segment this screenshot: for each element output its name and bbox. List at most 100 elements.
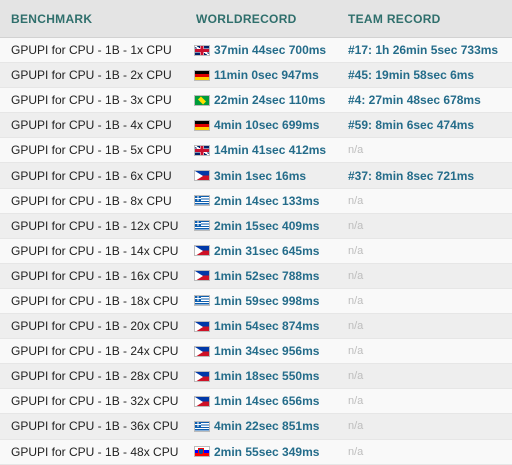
benchmark-name[interactable]: GPUPI for CPU - 1B - 32x CPU — [0, 394, 194, 408]
worldrecord-time-link[interactable]: 37min 44sec 700ms — [214, 43, 326, 57]
table-row: GPUPI for CPU - 1B - 16x CPU 1min 52sec 7… — [0, 263, 512, 289]
worldrecord-cell: 1min 59sec 998ms — [194, 294, 348, 308]
worldrecord-time-link[interactable]: 22min 24sec 110ms — [214, 93, 325, 107]
table-header: BENCHMARK WORLDRECORD TEAM RECORD — [0, 0, 512, 38]
team-record-link[interactable]: #45: 19min 58sec 6ms — [348, 68, 474, 82]
table-row: GPUPI for CPU - 1B - 6x CPU 3min 1sec 16m… — [0, 163, 512, 189]
worldrecord-time-link[interactable]: 3min 1sec 16ms — [214, 169, 306, 183]
benchmark-name[interactable]: GPUPI for CPU - 1B - 2x CPU — [0, 68, 194, 82]
worldrecord-cell: 22min 24sec 110ms — [194, 93, 348, 107]
worldrecord-time-link[interactable]: 2min 14sec 133ms — [214, 194, 319, 208]
worldrecord-time-link[interactable]: 14min 41sec 412ms — [214, 143, 326, 157]
team-record-na: n/a — [348, 244, 364, 257]
table-row: GPUPI for CPU - 1B - 3x CPU 22min 24sec 1… — [0, 88, 512, 114]
worldrecord-cell: 1min 14sec 656ms — [194, 394, 348, 408]
worldrecord-cell: 3min 1sec 16ms — [194, 169, 348, 183]
table-row: GPUPI for CPU - 1B - 28x CPU 1min 18sec 5… — [0, 364, 512, 390]
worldrecord-time-link[interactable]: 2min 55sec 349ms — [214, 445, 319, 459]
team-record-link[interactable]: #59: 8min 6sec 474ms — [348, 118, 474, 132]
table-row: GPUPI for CPU - 1B - 1x CPU 37min 44sec 7… — [0, 38, 512, 64]
ph-flag-icon — [194, 395, 210, 407]
benchmark-name[interactable]: GPUPI for CPU - 1B - 16x CPU — [0, 269, 194, 283]
team-record-na: n/a — [348, 445, 364, 458]
ph-flag-icon — [194, 320, 210, 332]
gb-flag-icon — [194, 144, 210, 156]
br-flag-icon — [194, 94, 210, 106]
benchmark-name[interactable]: GPUPI for CPU - 1B - 1x CPU — [0, 43, 194, 57]
worldrecord-time-link[interactable]: 4min 22sec 851ms — [214, 419, 319, 433]
team-record-na: n/a — [348, 395, 364, 408]
column-header-benchmark: BENCHMARK — [11, 11, 93, 26]
benchmark-name[interactable]: GPUPI for CPU - 1B - 28x CPU — [0, 369, 194, 383]
worldrecord-time-link[interactable]: 4min 10sec 699ms — [214, 118, 319, 132]
table-row: GPUPI for CPU - 1B - 8x CPU 2min 14sec 13… — [0, 188, 512, 214]
benchmark-name[interactable]: GPUPI for CPU - 1B - 48x CPU — [0, 445, 194, 459]
benchmark-name[interactable]: GPUPI for CPU - 1B - 20x CPU — [0, 319, 194, 333]
worldrecord-time-link[interactable]: 1min 52sec 788ms — [214, 269, 319, 283]
benchmark-name[interactable]: GPUPI for CPU - 1B - 8x CPU — [0, 194, 194, 208]
table-row: GPUPI for CPU - 1B - 18x CPU 1min 59sec 9… — [0, 288, 512, 315]
team-record-na: n/a — [348, 294, 364, 307]
table-row: GPUPI for CPU - 1B - 14x CPU 2min 31sec 6… — [0, 238, 512, 264]
worldrecord-cell: 1min 34sec 956ms — [194, 344, 348, 358]
benchmark-name[interactable]: GPUPI for CPU - 1B - 12x CPU — [0, 219, 194, 233]
team-record-na: n/a — [348, 144, 364, 157]
team-record-na: n/a — [348, 194, 364, 207]
ph-flag-icon — [194, 170, 210, 182]
worldrecord-cell: 1min 52sec 788ms — [194, 269, 348, 283]
table-row: GPUPI for CPU - 1B - 2x CPU 11min 0sec 94… — [0, 63, 512, 89]
ph-flag-icon — [194, 345, 210, 357]
table-row: GPUPI for CPU - 1B - 12x CPU 2min 15sec 4… — [0, 213, 512, 239]
team-record-na: n/a — [348, 269, 364, 282]
team-record-link[interactable]: #4: 27min 48sec 678ms — [348, 93, 481, 107]
worldrecord-cell: 1min 18sec 550ms — [194, 369, 348, 383]
gr-flag-icon — [194, 220, 210, 232]
worldrecord-cell: 11min 0sec 947ms — [194, 68, 348, 82]
de-flag-icon — [194, 69, 210, 81]
gr-flag-icon — [194, 295, 210, 307]
benchmark-name[interactable]: GPUPI for CPU - 1B - 36x CPU — [0, 419, 194, 433]
worldrecord-time-link[interactable]: 2min 15sec 409ms — [214, 219, 319, 233]
worldrecord-cell: 2min 31sec 645ms — [194, 244, 348, 258]
benchmark-name[interactable]: GPUPI for CPU - 1B - 24x CPU — [0, 344, 194, 358]
table-row: GPUPI for CPU - 1B - 48x CPU 2min 55sec 3… — [0, 439, 512, 465]
table-row: GPUPI for CPU - 1B - 5x CPU 14min 41sec 4… — [0, 138, 512, 164]
worldrecord-cell: 2min 55sec 349ms — [194, 445, 348, 459]
team-record-link[interactable]: #37: 8min 8sec 721ms — [348, 169, 474, 183]
table-row: GPUPI for CPU - 1B - 32x CPU 1min 14sec 6… — [0, 389, 512, 415]
team-record-na: n/a — [348, 345, 364, 358]
team-record-link[interactable]: #17: 1h 26min 5sec 733ms — [348, 43, 498, 57]
worldrecord-time-link[interactable]: 1min 59sec 998ms — [214, 294, 319, 308]
ph-flag-icon — [194, 245, 210, 257]
benchmark-name[interactable]: GPUPI for CPU - 1B - 3x CPU — [0, 93, 194, 107]
table-row: GPUPI for CPU - 1B - 24x CPU 1min 34sec 9… — [0, 339, 512, 365]
worldrecord-time-link[interactable]: 1min 54sec 874ms — [214, 319, 319, 333]
worldrecord-time-link[interactable]: 11min 0sec 947ms — [214, 68, 319, 82]
team-record-na: n/a — [348, 420, 364, 433]
benchmark-name[interactable]: GPUPI for CPU - 1B - 6x CPU — [0, 169, 194, 183]
column-header-worldrecord: WORLDRECORD — [196, 11, 297, 26]
worldrecord-cell: 14min 41sec 412ms — [194, 143, 348, 157]
gr-flag-icon — [194, 420, 210, 432]
benchmark-name[interactable]: GPUPI for CPU - 1B - 14x CPU — [0, 244, 194, 258]
records-table: BENCHMARK WORLDRECORD TEAM RECORD GPUPI … — [0, 0, 512, 465]
column-header-team-record: TEAM RECORD — [348, 11, 441, 26]
worldrecord-cell: 2min 14sec 133ms — [194, 194, 348, 208]
table-row: GPUPI for CPU - 1B - 4x CPU 4min 10sec 69… — [0, 113, 512, 139]
worldrecord-time-link[interactable]: 1min 14sec 656ms — [214, 394, 319, 408]
de-flag-icon — [194, 119, 210, 131]
worldrecord-time-link[interactable]: 1min 18sec 550ms — [214, 369, 319, 383]
worldrecord-time-link[interactable]: 2min 31sec 645ms — [214, 244, 319, 258]
team-record-na: n/a — [348, 219, 364, 232]
team-record-na: n/a — [348, 370, 364, 383]
table-row: GPUPI for CPU - 1B - 20x CPU 1min 54sec 8… — [0, 314, 512, 340]
table-row: GPUPI for CPU - 1B - 36x CPU 4min 22sec 8… — [0, 414, 512, 440]
worldrecord-cell: 4min 22sec 851ms — [194, 419, 348, 433]
worldrecord-cell: 2min 15sec 409ms — [194, 219, 348, 233]
benchmark-name[interactable]: GPUPI for CPU - 1B - 18x CPU — [0, 294, 194, 308]
worldrecord-time-link[interactable]: 1min 34sec 956ms — [214, 344, 319, 358]
benchmark-name[interactable]: GPUPI for CPU - 1B - 5x CPU — [0, 143, 194, 157]
benchmark-name[interactable]: GPUPI for CPU - 1B - 4x CPU — [0, 118, 194, 132]
team-record-na: n/a — [348, 320, 364, 333]
gr-flag-icon — [194, 195, 210, 207]
